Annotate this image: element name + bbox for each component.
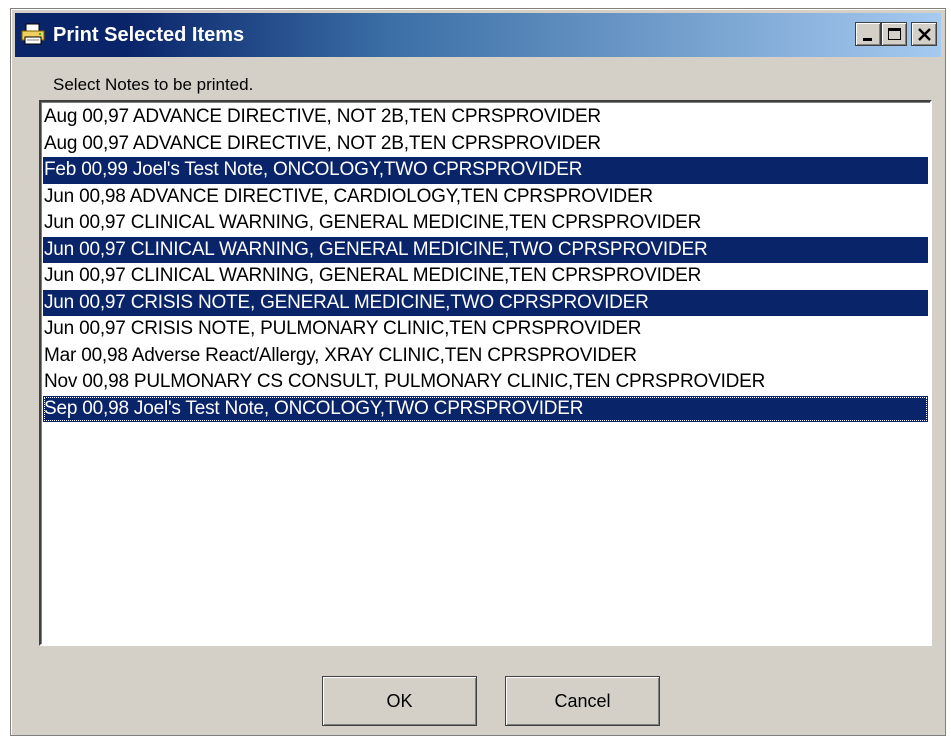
list-item[interactable]: Jun 00,97 CLINICAL WARNING, GENERAL MEDI… (43, 210, 928, 237)
list-item[interactable]: Aug 00,97 ADVANCE DIRECTIVE, NOT 2B,TEN … (43, 131, 928, 158)
notes-list: Aug 00,97 ADVANCE DIRECTIVE, NOT 2B,TEN … (43, 104, 928, 422)
instruction-label: Select Notes to be printed. (53, 75, 254, 94)
minimize-icon[interactable] (855, 22, 881, 46)
list-item[interactable]: Aug 00,97 ADVANCE DIRECTIVE, NOT 2B,TEN … (43, 104, 928, 131)
title-bar[interactable]: Print Selected Items (15, 13, 941, 57)
list-item[interactable]: Jun 00,97 CLINICAL WARNING, GENERAL MEDI… (43, 263, 928, 290)
close-icon[interactable] (911, 22, 937, 46)
list-item[interactable]: Jun 00,97 CLINICAL WARNING, GENERAL MEDI… (43, 236, 928, 263)
list-item[interactable]: Jun 00,97 CRISIS NOTE, PULMONARY CLINIC,… (43, 316, 928, 343)
cancel-button[interactable]: Cancel (505, 676, 660, 726)
ok-button[interactable]: OK (322, 676, 477, 726)
list-item[interactable]: Sep 00,98 Joel's Test Note, ONCOLOGY,TWO… (43, 395, 928, 422)
printer-icon (21, 23, 45, 45)
window-title: Print Selected Items (53, 24, 245, 46)
list-item[interactable]: Jun 00,97 CRISIS NOTE, GENERAL MEDICINE,… (43, 289, 928, 316)
list-item[interactable]: Mar 00,98 Adverse React/Allergy, XRAY CL… (43, 343, 928, 370)
list-item[interactable]: Nov 00,98 PULMONARY CS CONSULT, PULMONAR… (43, 369, 928, 396)
notes-listbox[interactable]: Aug 00,97 ADVANCE DIRECTIVE, NOT 2B,TEN … (39, 100, 932, 646)
window-controls (855, 22, 937, 46)
print-selected-items-dialog: Print Selected Items Select Notes to be … (10, 8, 946, 736)
list-item[interactable]: Jun 00,98 ADVANCE DIRECTIVE, CARDIOLOGY,… (43, 184, 928, 211)
maximize-icon[interactable] (881, 22, 907, 46)
list-item[interactable]: Feb 00,99 Joel's Test Note, ONCOLOGY,TWO… (43, 157, 928, 184)
